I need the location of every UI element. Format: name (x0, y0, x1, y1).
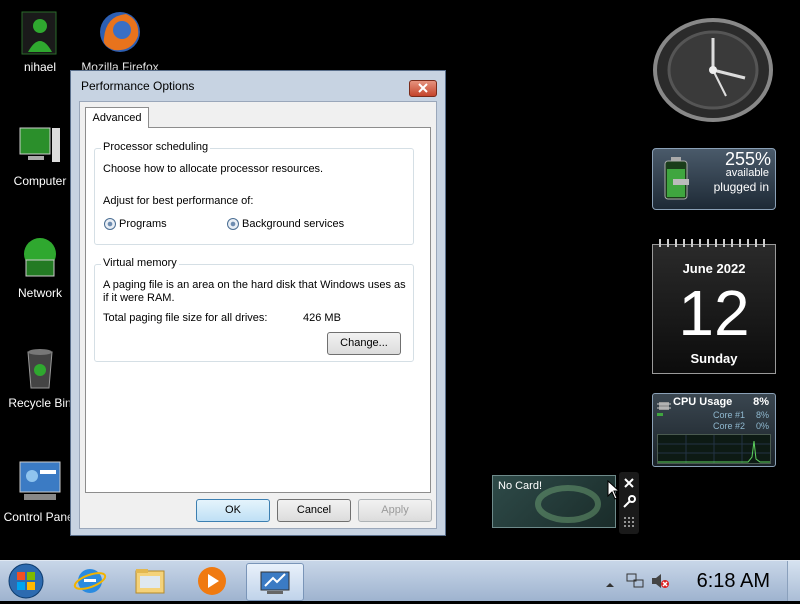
media-player-icon (198, 567, 226, 595)
computer-icon (16, 122, 64, 170)
gadget-close-icon[interactable] (622, 475, 636, 494)
windows-orb-icon (8, 563, 44, 599)
gadget-options-wrench-icon[interactable] (622, 494, 636, 513)
core1-value: 8% (755, 410, 769, 420)
close-icon (418, 83, 428, 93)
start-button[interactable] (6, 562, 46, 600)
taskbar-explorer-button[interactable] (122, 563, 178, 599)
battery-status-plugged: plugged in (713, 180, 769, 194)
show-hidden-icons-icon[interactable] (605, 575, 615, 594)
dialog-body: Advanced Processor scheduling Choose how… (79, 101, 437, 529)
taskbar: 6:18 AM (0, 560, 800, 601)
system-properties-icon (260, 571, 290, 594)
cpu-total: 8% (753, 396, 769, 408)
core1-bar (657, 413, 663, 416)
programs-radio[interactable] (104, 218, 116, 230)
virtual-memory-group: Virtual memory A paging file is an area … (94, 257, 414, 362)
processor-scheduling-title: Processor scheduling (101, 141, 211, 153)
calendar-rings (659, 239, 769, 247)
background-services-radio[interactable] (227, 218, 239, 230)
apply-button[interactable]: Apply (358, 499, 432, 522)
ok-button[interactable]: OK (196, 499, 270, 522)
taskbar-ie-button[interactable] (62, 563, 118, 599)
network-tray-icon[interactable] (626, 572, 644, 594)
clock-gadget[interactable] (650, 18, 776, 122)
battery-gadget[interactable]: 255% available plugged in (652, 148, 776, 210)
folder-icon (135, 569, 165, 594)
desktop-icon-network[interactable]: Network (0, 234, 80, 300)
core2-label: Core #2 (713, 421, 746, 431)
cpu-graph (657, 434, 771, 464)
core1-label: Core #1 (713, 410, 746, 420)
paging-size-label: Total paging file size for all drives: (103, 312, 268, 324)
dialog-title: Performance Options (81, 79, 195, 93)
desktop-icon-control-panel[interactable]: Control Panel (0, 458, 80, 524)
virtual-memory-description-line1: A paging file is an area on the hard dis… (103, 279, 406, 291)
programs-radio-label[interactable]: Programs (119, 218, 167, 230)
desktop-icon-label: nihael (23, 60, 57, 74)
calendar-day: 12 (678, 277, 750, 349)
calendar-month-year: June 2022 (682, 261, 746, 276)
taskbar-performance-options-button[interactable] (246, 563, 304, 601)
desktop-icon-recycle-bin[interactable]: Recycle Bin (0, 344, 80, 410)
performance-options-dialog: Performance Options Advanced Processor s… (70, 70, 446, 536)
advanced-tab-panel: Processor scheduling Choose how to alloc… (85, 127, 431, 493)
calendar-gadget[interactable]: June 2022 12 Sunday (652, 239, 776, 374)
core2-value: 0% (755, 421, 769, 431)
desktop-icon-computer[interactable]: Computer (0, 122, 80, 188)
adjust-performance-label: Adjust for best performance of: (103, 195, 254, 207)
cpu-usage-gadget[interactable]: CPU Usage 8% Core #1 8% Core #2 0% (652, 393, 776, 467)
card-gadget[interactable]: No Card! (492, 475, 616, 528)
firefox-icon (96, 8, 144, 56)
gadget-drag-handle-icon[interactable] (622, 514, 636, 533)
calendar-weekday: Sunday (690, 351, 738, 366)
virtual-memory-description-line2: if it were RAM. (103, 292, 175, 304)
cancel-button[interactable]: Cancel (277, 499, 351, 522)
user-folder-icon (16, 8, 64, 56)
desktop-icon-firefox[interactable]: Mozilla Firefox (80, 8, 160, 74)
desktop-icon-label: Recycle Bin (8, 396, 72, 410)
desktop-icon-label: Control Panel (3, 510, 77, 524)
processor-scheduling-group: Processor scheduling Choose how to alloc… (94, 141, 414, 245)
dialog-close-button[interactable] (409, 80, 437, 97)
paging-size-value: 426 MB (303, 312, 341, 324)
virtual-memory-title: Virtual memory (101, 257, 179, 269)
analog-clock-icon (653, 18, 773, 122)
internet-explorer-icon (73, 569, 107, 593)
desktop-icon-label: Network (17, 286, 62, 300)
cpu-title: CPU Usage (673, 396, 733, 408)
card-logo-icon (533, 484, 603, 528)
taskbar-clock[interactable]: 6:18 AM (697, 570, 770, 593)
battery-status-available: available (725, 167, 769, 179)
tab-advanced[interactable]: Advanced (85, 107, 149, 128)
network-icon (16, 234, 64, 282)
desktop-icon-label: Computer (13, 174, 67, 188)
desktop-icon-user[interactable]: nihael (0, 8, 80, 74)
battery-icon (661, 155, 691, 207)
background-services-radio-label[interactable]: Background services (242, 218, 344, 230)
change-button[interactable]: Change... (327, 332, 401, 355)
recycle-bin-icon (16, 344, 64, 392)
show-desktop-button[interactable] (787, 561, 800, 601)
processor-description: Choose how to allocate processor resourc… (103, 163, 324, 175)
gadget-controls (619, 472, 639, 534)
control-panel-icon (16, 458, 64, 506)
taskbar-media-player-button[interactable] (184, 563, 240, 599)
volume-muted-tray-icon[interactable] (650, 572, 670, 594)
